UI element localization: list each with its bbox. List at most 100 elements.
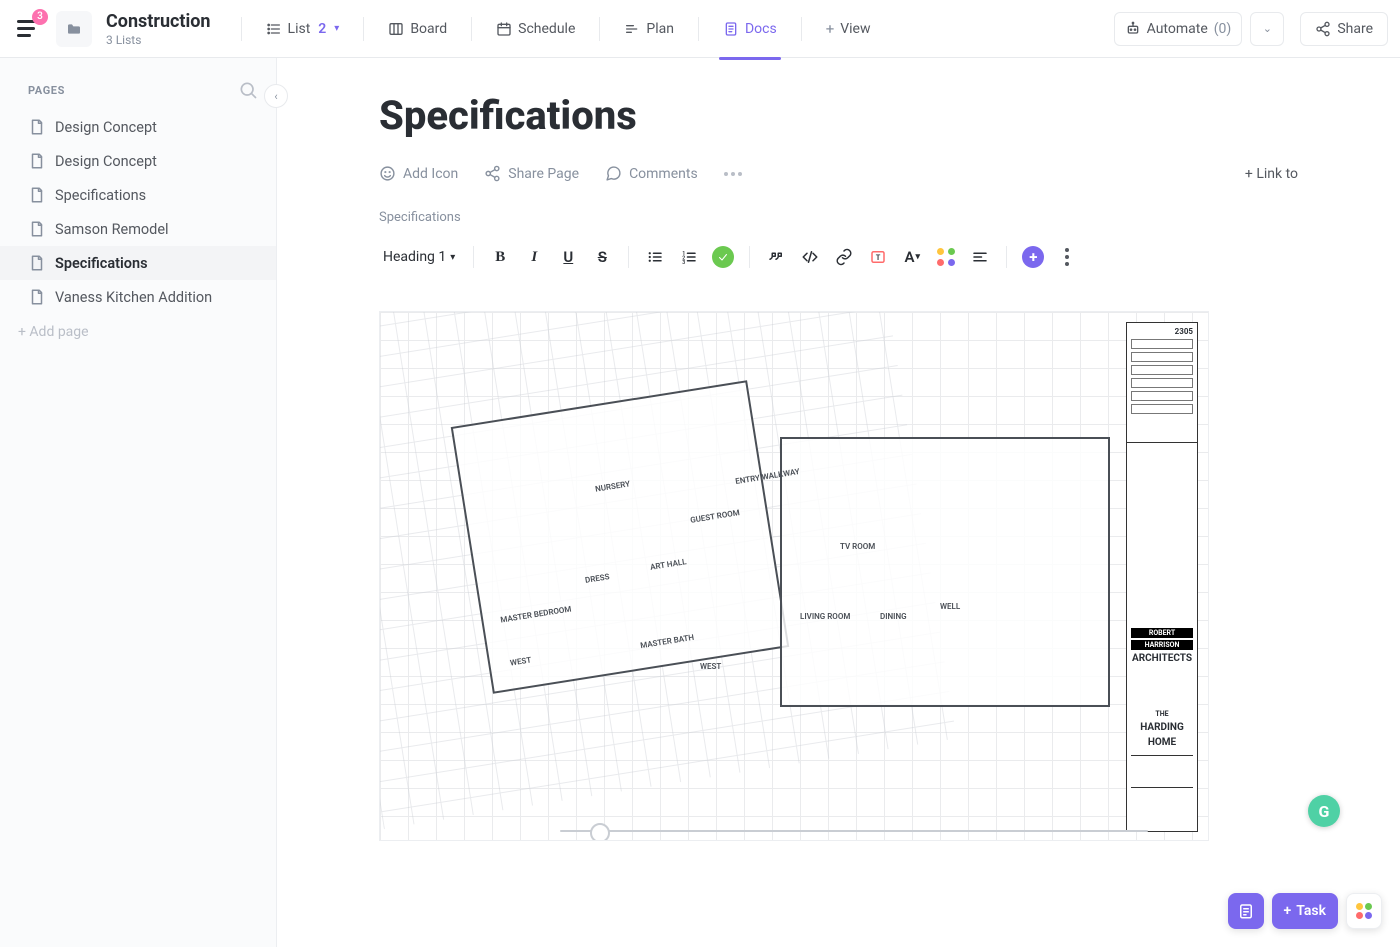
link-to-action[interactable]: + Link to	[1245, 166, 1298, 182]
page-icon	[28, 254, 46, 272]
collapse-sidebar[interactable]: ‹	[264, 84, 288, 108]
notepad-fab[interactable]	[1228, 893, 1264, 929]
underline-button[interactable]: U	[556, 245, 580, 269]
chevron-down-icon: ▾	[916, 252, 921, 262]
align-button[interactable]	[968, 245, 992, 269]
link-button[interactable]	[832, 245, 856, 269]
view-label: Plan	[646, 21, 674, 37]
share-page-action[interactable]: Share Page	[484, 165, 579, 182]
project-subtitle: 3 Lists	[106, 33, 211, 47]
palette-icon	[937, 248, 955, 266]
folder-button[interactable]	[56, 11, 92, 47]
floorplan-wing-left	[451, 380, 790, 694]
search-icon[interactable]	[238, 80, 258, 100]
apps-icon	[1356, 903, 1372, 919]
blueprint-titleblock: 2305 ROBERT HARRISON ARCHITECTS THE HARD…	[1126, 322, 1198, 832]
editor-toolbar: Heading 1 ▾ B I U S 123	[379, 239, 1340, 275]
link-icon	[835, 248, 853, 266]
separator	[241, 17, 242, 41]
room-label: TV ROOM	[840, 542, 875, 551]
code-button[interactable]	[798, 245, 822, 269]
align-left-icon	[971, 248, 989, 266]
automate-menu[interactable]: ⌄	[1250, 12, 1284, 46]
slider-thumb[interactable]	[590, 823, 610, 841]
pages-heading: PAGES	[28, 84, 65, 97]
page-label: Specifications	[55, 187, 146, 204]
text-box-button[interactable]: T	[866, 245, 890, 269]
grammarly-badge[interactable]: G	[1308, 795, 1340, 827]
page-icon	[28, 220, 46, 238]
page-item-vaness-kitchen[interactable]: Vaness Kitchen Addition	[0, 280, 276, 314]
check-icon	[712, 246, 734, 268]
automate-label: Automate	[1147, 21, 1208, 37]
view-label: Docs	[745, 21, 777, 37]
view-docs[interactable]: Docs	[713, 15, 787, 43]
numbered-list-icon: 123	[680, 248, 698, 266]
italic-button[interactable]: I	[522, 245, 546, 269]
page-label: Design Concept	[55, 153, 157, 170]
project-name: HOME	[1131, 736, 1193, 749]
action-label: Comments	[629, 166, 698, 182]
page-item-design-concept[interactable]: Design Concept	[0, 110, 276, 144]
view-list[interactable]: List 2 ▾	[256, 15, 350, 43]
emoji-icon	[379, 165, 396, 182]
strikethrough-button[interactable]: S	[590, 245, 614, 269]
heading-label: Heading 1	[383, 249, 446, 265]
ellipsis-icon	[724, 172, 742, 176]
page-icon	[28, 118, 46, 136]
plus-icon: +	[1284, 903, 1292, 919]
quote-button[interactable]	[764, 245, 788, 269]
toolbar-more[interactable]	[1055, 245, 1079, 269]
share-label: Share	[1337, 21, 1373, 37]
notification-badge: 3	[32, 9, 48, 25]
list-icon	[266, 21, 282, 37]
share-icon	[1315, 21, 1331, 37]
add-view[interactable]: + View	[816, 14, 881, 44]
text-color-button[interactable]: A▾	[900, 245, 924, 269]
separator	[363, 17, 364, 41]
view-board[interactable]: Board	[378, 15, 457, 43]
more-actions[interactable]	[724, 172, 742, 176]
plus-icon: +	[826, 20, 835, 38]
view-label: View	[840, 21, 870, 37]
room-label: WEST	[700, 662, 721, 671]
heading-selector[interactable]: Heading 1 ▾	[379, 247, 459, 267]
menu-toggle[interactable]: 3	[12, 13, 44, 45]
share-button[interactable]: Share	[1300, 12, 1388, 46]
new-task-fab[interactable]: + Task	[1272, 893, 1338, 929]
page-icon	[28, 288, 46, 306]
page-item-specifications-2[interactable]: Specifications	[0, 246, 276, 280]
numbered-list-button[interactable]: 123	[677, 245, 701, 269]
separator	[698, 17, 699, 41]
checklist-button[interactable]	[711, 245, 735, 269]
bold-button[interactable]: B	[488, 245, 512, 269]
share-icon	[484, 165, 501, 182]
doc-title[interactable]: Specifications	[379, 92, 1340, 139]
view-label: Board	[410, 21, 447, 37]
insert-button[interactable]: +	[1021, 245, 1045, 269]
page-label: Vaness Kitchen Addition	[55, 289, 212, 306]
quote-icon	[767, 248, 785, 266]
add-icon-action[interactable]: Add Icon	[379, 165, 458, 182]
blueprint-image[interactable]: NURSERY ENTRY WALKWAY GUEST ROOM MASTER …	[379, 311, 1209, 841]
view-schedule[interactable]: Schedule	[486, 15, 585, 43]
project-block[interactable]: Construction 3 Lists	[106, 11, 211, 47]
view-plan[interactable]: Plan	[614, 15, 684, 43]
color-palette-button[interactable]	[934, 245, 958, 269]
room-label: WELL	[940, 602, 960, 611]
add-page[interactable]: + Add page	[0, 314, 276, 350]
page-item-samson-remodel[interactable]: Samson Remodel	[0, 212, 276, 246]
page-item-specifications[interactable]: Specifications	[0, 178, 276, 212]
separator	[749, 246, 750, 268]
page-item-design-concept-2[interactable]: Design Concept	[0, 144, 276, 178]
automate-button[interactable]: Automate (0)	[1114, 12, 1243, 46]
comments-action[interactable]: Comments	[605, 165, 698, 182]
view-label: List	[288, 21, 311, 37]
breadcrumb[interactable]: Specifications	[379, 210, 1340, 225]
apps-fab[interactable]	[1346, 893, 1382, 929]
bullet-list-button[interactable]	[643, 245, 667, 269]
view-label: Schedule	[518, 21, 575, 37]
app-header: 3 Construction 3 Lists List 2 ▾ Board Sc…	[0, 0, 1400, 58]
bullet-list-icon	[646, 248, 664, 266]
docs-icon	[723, 21, 739, 37]
